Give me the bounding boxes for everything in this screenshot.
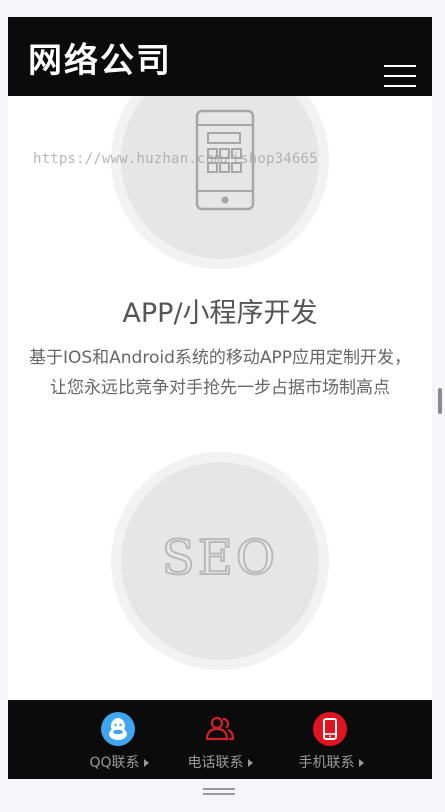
mobile-icon bbox=[313, 712, 347, 746]
scrollbar-thumb[interactable] bbox=[438, 388, 442, 414]
arrow-right-icon bbox=[358, 759, 364, 767]
service-title: APP/小程序开发 bbox=[122, 298, 318, 329]
footer-qq-contact[interactable]: QQ联系 bbox=[64, 700, 174, 779]
service-seo-graphic: SEO bbox=[111, 452, 329, 670]
watermark-text: https://www.huzhan.com/ishop34665 bbox=[33, 151, 318, 167]
app-frame: APP/小程序开发 基于IOS和Android系统的移动APP应用定制开发，让您… bbox=[8, 17, 432, 779]
home-indicator[interactable] bbox=[203, 788, 235, 796]
header-bar: 网络公司 bbox=[8, 17, 432, 96]
seo-icon: SEO bbox=[161, 529, 279, 587]
contacts-icon bbox=[202, 712, 236, 746]
contact-footer: QQ联系 电话联系 手机联系 bbox=[8, 700, 432, 779]
qq-icon bbox=[101, 712, 135, 746]
arrow-right-icon bbox=[247, 759, 253, 767]
service-description: 基于IOS和Android系统的移动APP应用定制开发，让您永远比竞争对手抢先一… bbox=[28, 348, 412, 398]
main-content: APP/小程序开发 基于IOS和Android系统的移动APP应用定制开发，让您… bbox=[8, 17, 432, 779]
menu-icon[interactable] bbox=[384, 65, 416, 91]
arrow-right-icon bbox=[143, 759, 149, 767]
footer-phone-label: 电话联系 bbox=[187, 755, 244, 771]
footer-mobile-contact[interactable]: 手机联系 bbox=[276, 700, 386, 779]
footer-phone-contact[interactable]: 电话联系 bbox=[165, 700, 275, 779]
site-logo[interactable]: 网络公司 bbox=[28, 41, 172, 81]
footer-mobile-label: 手机联系 bbox=[298, 755, 355, 771]
footer-qq-label: QQ联系 bbox=[89, 755, 140, 771]
